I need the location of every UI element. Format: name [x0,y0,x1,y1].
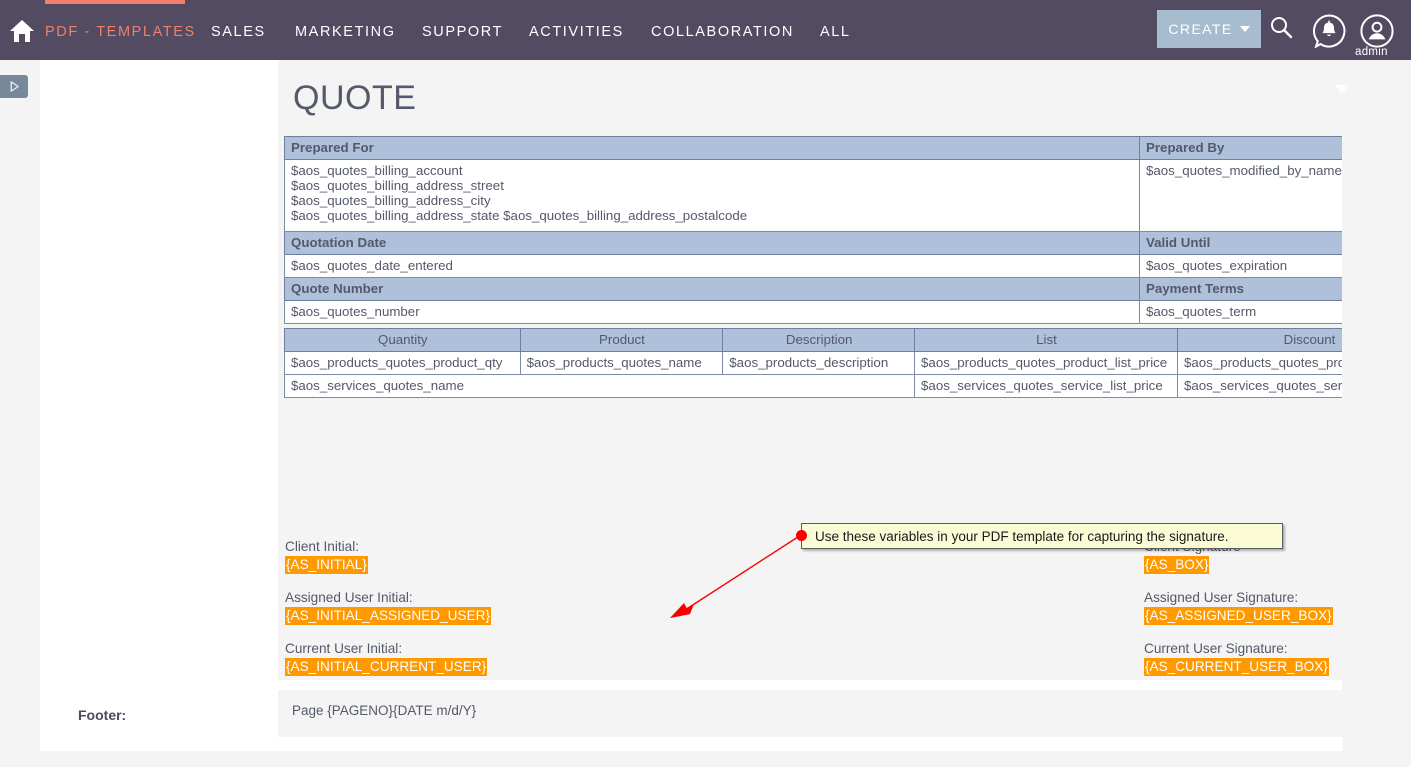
footer-field[interactable]: Page {PAGENO}{DATE m/d/Y} [278,690,1342,737]
assigned-user-signature-label: Assigned User Signature: [1144,590,1299,605]
header-prepared-for: Prepared For [284,136,1140,160]
column-header-discount: Discount [1177,328,1342,352]
main-content-panel: QUOTE Prepared For Prepared By $aos_quot… [40,56,1342,751]
table-row: Prepared For Prepared By [284,136,1342,160]
column-header-list: List [914,328,1178,352]
header-quote-number: Quote Number [284,277,1140,301]
client-initial-variable: {AS_INITIAL} [285,556,368,574]
cell-product-desc: $aos_products_description [722,351,916,375]
signature-variables-right: Client Signature {AS_BOX} Assigned User … [1144,539,1333,676]
quote-info-table: Prepared For Prepared By $aos_quotes_bil… [284,136,1342,324]
cell-service-discount: $aos_services_quotes_service_discount [1177,374,1342,398]
cell-product-name: $aos_products_quotes_name [519,351,724,375]
home-icon[interactable] [8,18,36,44]
footer-value: Page {PAGENO}{DATE m/d/Y} [292,703,477,718]
column-header-description: Description [722,328,916,352]
signature-variables-left: Client Initial: {AS_INITIAL} Assigned Us… [285,539,491,676]
assigned-user-initial-label: Assigned User Initial: [285,590,413,605]
current-user-initial-group: Current User Initial: {AS_INITIAL_CURREN… [285,641,491,676]
header-valid-until: Valid Until [1139,231,1342,255]
page-title: QUOTE [293,79,417,117]
notification-bell-icon[interactable] [1312,14,1346,53]
billing-line-account: $aos_quotes_billing_account [291,163,463,178]
active-tab-indicator [45,0,185,4]
table-row: $aos_quotes_billing_account $aos_quotes_… [284,159,1342,232]
create-button-label: CREATE [1168,21,1233,37]
client-signature-variable: {AS_BOX} [1144,556,1210,574]
chevron-down-icon [1239,26,1250,32]
user-name-label: admin [1355,46,1388,58]
current-user-initial-label: Current User Initial: [285,641,403,656]
current-user-initial-variable: {AS_INITIAL_CURRENT_USER} [285,658,488,676]
cell-valid-until-value: $aos_quotes_expiration [1139,254,1342,278]
table-row: Quote Number Payment Terms [284,277,1342,301]
create-button[interactable]: CREATE [1157,10,1261,48]
nav-item-pdf-templates[interactable]: PDF - TEMPLATES [45,24,196,40]
quote-line-items-table: Quantity Product Description List Discou… [283,328,1342,398]
template-body-field[interactable]: QUOTE Prepared For Prepared By $aos_quot… [278,60,1342,680]
billing-line-city: $aos_quotes_billing_address_city [291,193,491,208]
assigned-user-initial-group: Assigned User Initial: {AS_INITIAL_ASSIG… [285,590,491,625]
billing-line-state-zip: $aos_quotes_billing_address_state $aos_q… [291,208,748,223]
cell-quotation-date-value: $aos_quotes_date_entered [284,254,1140,278]
footer-label: Footer: [78,707,127,723]
table-row: Quotation Date Valid Until [284,231,1342,255]
cell-quote-number-value: $aos_quotes_number [284,300,1140,324]
current-user-signature-variable: {AS_CURRENT_USER_BOX} [1144,658,1329,676]
cell-billing-address: $aos_quotes_billing_account $aos_quotes_… [284,159,1140,232]
header-payment-terms: Payment Terms [1139,277,1342,301]
table-row: $aos_quotes_date_entered $aos_quotes_exp… [284,254,1342,278]
collapse-caret-icon[interactable] [1335,85,1349,93]
footer-row: Footer: Page {PAGENO}{DATE m/d/Y} [40,690,1342,745]
nav-item-all[interactable]: ALL [820,24,851,40]
top-navigation-bar: PDF - TEMPLATES SALES MARKETING SUPPORT … [0,0,1411,60]
pdf-template-document: QUOTE [292,64,1342,118]
client-initial-label: Client Initial: [285,539,360,554]
callout-text: Use these variables in your PDF template… [815,528,1229,544]
assigned-user-signature-variable: {AS_ASSIGNED_USER_BOX} [1144,607,1333,625]
callout-tooltip: Use these variables in your PDF template… [801,523,1283,549]
nav-item-marketing[interactable]: MARKETING [295,24,396,40]
search-icon[interactable] [1268,14,1294,45]
assigned-user-initial-variable: {AS_INITIAL_ASSIGNED_USER} [285,607,491,625]
cell-product-discount: $aos_products_quotes_product_discount [1177,351,1342,375]
cell-product-qty: $aos_products_quotes_product_qty [284,351,521,375]
cell-prepared-by-value: $aos_quotes_modified_by_name [1139,159,1342,232]
table-row: $aos_quotes_number $aos_quotes_term [284,300,1342,324]
column-header-quantity: Quantity [284,328,521,352]
client-initial-group: Client Initial: {AS_INITIAL} [285,539,491,574]
column-header-product: Product [519,328,724,352]
table-row: $aos_products_quotes_product_qty $aos_pr… [284,351,1342,375]
billing-line-street: $aos_quotes_billing_address_street [291,178,504,193]
callout-pointer-line [670,534,802,618]
expand-panel-triangle-icon[interactable] [0,75,28,98]
current-user-signature-group: Current User Signature: {AS_CURRENT_USER… [1144,641,1333,676]
table-header-row: Quantity Product Description List Discou… [284,328,1342,352]
cell-product-list: $aos_products_quotes_product_list_price [914,351,1178,375]
current-user-signature-label: Current User Signature: [1144,641,1288,656]
cell-service-name: $aos_services_quotes_name [283,374,916,398]
nav-item-sales[interactable]: SALES [211,24,266,40]
header-prepared-by: Prepared By [1139,136,1342,160]
nav-item-support[interactable]: SUPPORT [422,24,503,40]
nav-item-collaboration[interactable]: COLLABORATION [651,24,794,40]
cell-service-list: $aos_services_quotes_service_list_price [914,374,1178,398]
assigned-user-signature-group: Assigned User Signature: {AS_ASSIGNED_US… [1144,590,1333,625]
table-row: $aos_services_quotes_name $aos_services_… [283,374,1342,398]
callout-anchor-dot [796,530,807,541]
header-quotation-date: Quotation Date [284,231,1140,255]
cell-payment-terms-value: $aos_quotes_term [1139,300,1342,324]
nav-item-activities[interactable]: ACTIVITIES [529,24,624,40]
